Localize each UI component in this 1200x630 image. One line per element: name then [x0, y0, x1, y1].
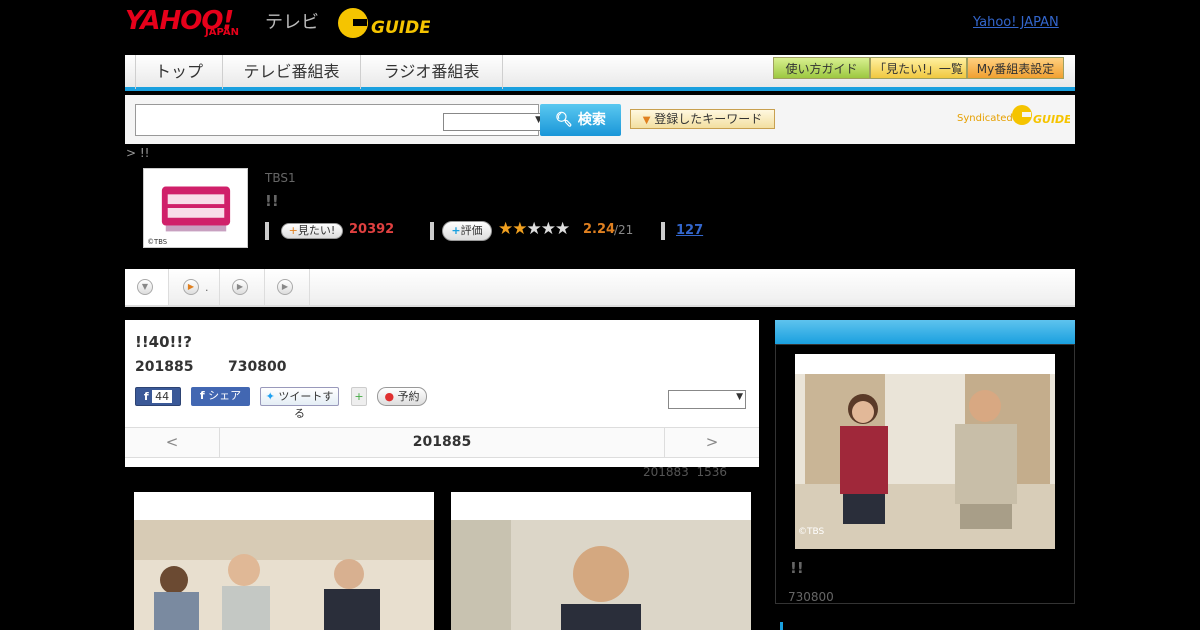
episode-panel: !!40!!? 201885 730800 f 44 f シェア ✦ ツイートす…: [125, 320, 759, 467]
divider: [661, 222, 665, 240]
search-button[interactable]: 🔍︎ 検索: [540, 104, 621, 136]
search-category-select[interactable]: ▼: [443, 113, 545, 131]
divider: [430, 222, 434, 240]
search-input[interactable]: ▼: [135, 104, 545, 136]
updated-timestamp: 201883 1536: [643, 465, 727, 479]
guide-button[interactable]: 使い方ガイド: [773, 57, 870, 79]
syndicated-label: Syndicated: [957, 113, 1013, 124]
episode-date: 201885: [135, 359, 194, 375]
svg-text:GUIDE: GUIDE: [1033, 113, 1070, 126]
channel-name: TBS1: [265, 171, 296, 185]
rating-stars: ★★★★★: [498, 219, 570, 239]
record-dot-icon: ●: [384, 390, 395, 403]
play-icon: ▶: [277, 279, 293, 295]
tab-tv-schedule[interactable]: テレビ番組表: [223, 55, 361, 89]
tweet-label: ツイートする: [278, 390, 334, 420]
rating-total: /21: [614, 223, 634, 237]
facebook-share-button[interactable]: f シェア: [191, 387, 250, 406]
rating-score: 2.24: [583, 222, 616, 237]
twitter-bird-icon: ✦: [265, 390, 275, 403]
keyword-button-label: 登録したキーワード: [654, 112, 763, 126]
star-empty-icon: ★: [540, 219, 556, 239]
main-nav: トップ テレビ番組表 ラジオ番組表 使い方ガイド 「見たい!」一覧 My番組表設…: [125, 55, 1075, 91]
sidebar-photo[interactable]: ©TBS: [795, 354, 1055, 549]
tab-play-3[interactable]: ▶: [265, 269, 310, 305]
chevron-down-icon: ▼: [137, 279, 153, 295]
sidebar-title: !!: [790, 559, 804, 577]
program-title: !!: [265, 192, 279, 210]
add-to-list-icon[interactable]: +: [351, 387, 367, 406]
episode-photo-1[interactable]: [134, 492, 434, 630]
plus-icon: +: [451, 224, 461, 237]
gguide-logo[interactable]: GUIDE: [335, 5, 430, 41]
facebook-like-count: 44: [152, 390, 173, 403]
tab-info[interactable]: ▼: [125, 269, 169, 305]
rating-button[interactable]: +評価: [442, 221, 492, 241]
sidebar-photo-copyright: ©TBS: [798, 527, 825, 537]
tab-video[interactable]: ▶ .: [169, 269, 220, 305]
mitai-count: 20392: [349, 222, 395, 237]
chevron-down-icon: ▼: [736, 392, 743, 402]
pager-current-date: 201885: [412, 434, 472, 450]
pager-prev-button[interactable]: <: [125, 428, 220, 457]
search-icon: 🔍︎: [555, 112, 573, 128]
pager-next-button[interactable]: >: [664, 428, 759, 457]
syndicated-gguide-logo: GUIDE: [1012, 105, 1070, 126]
rating-button-label: 評価: [460, 224, 483, 237]
star-empty-icon: ★: [526, 219, 542, 239]
tab-play-2[interactable]: ▶: [220, 269, 265, 305]
episode-photo-2[interactable]: [451, 492, 751, 630]
tweet-button[interactable]: ✦ ツイートする: [260, 387, 339, 420]
divider: [265, 222, 269, 240]
japan-logo: JAPAN: [205, 27, 239, 38]
program-tab-bar: ▼ ▶ . ▶ ▶: [125, 269, 1075, 307]
star-filled-icon: ★: [498, 219, 513, 239]
mitai-button[interactable]: +見たい!: [281, 223, 343, 239]
episode-title: !!40!!?: [135, 333, 192, 351]
tab-video-label: .: [205, 281, 209, 294]
share-label: シェア: [208, 389, 242, 402]
plus-icon: +: [288, 224, 298, 237]
yahoo-japan-link[interactable]: Yahoo! JAPAN: [973, 15, 1059, 30]
svg-text:GUIDE: GUIDE: [371, 18, 430, 38]
facebook-icon: f: [199, 389, 205, 402]
tab-radio-schedule[interactable]: ラジオ番組表: [361, 55, 503, 89]
facebook-icon: f: [143, 390, 149, 403]
program-logo-image: ©TBS: [143, 168, 248, 248]
sidebar-meta: 730800: [788, 590, 834, 604]
star-filled-icon: ★: [512, 219, 527, 239]
program-image-copyright: ©TBS: [147, 238, 167, 246]
play-icon: ▶: [232, 279, 248, 295]
star-empty-icon: ★: [555, 219, 570, 239]
episode-select[interactable]: ▼: [668, 390, 746, 409]
episode-pager: < 201885 >: [125, 427, 759, 458]
search-bar: ▼ 🔍︎ 検索 ▼ 登録したキーワード Syndicated GUIDE: [125, 95, 1075, 144]
breadcrumb: > !!: [126, 146, 150, 160]
triangle-down-icon: ▼: [642, 115, 651, 126]
episode-time: 730800: [228, 359, 287, 375]
tv-label: テレビ: [265, 12, 319, 33]
facebook-like-button[interactable]: f 44: [135, 387, 181, 406]
mitai-list-button[interactable]: 「見たい!」一覧: [870, 57, 967, 79]
my-schedule-button[interactable]: My番組表設定: [967, 57, 1064, 79]
search-button-label: 検索: [577, 112, 606, 128]
play-icon: ▶: [183, 279, 199, 295]
tab-top[interactable]: トップ: [135, 55, 223, 89]
sidebar-header: [775, 320, 1075, 344]
reserve-button[interactable]: ● 予約: [377, 387, 427, 406]
review-count-link[interactable]: 127: [676, 223, 703, 238]
keyword-button[interactable]: ▼ 登録したキーワード: [630, 109, 775, 129]
reserve-label: 予約: [397, 390, 420, 403]
mitai-button-label: 見たい!: [297, 224, 336, 237]
sidebar-accent-bar: [780, 622, 783, 630]
